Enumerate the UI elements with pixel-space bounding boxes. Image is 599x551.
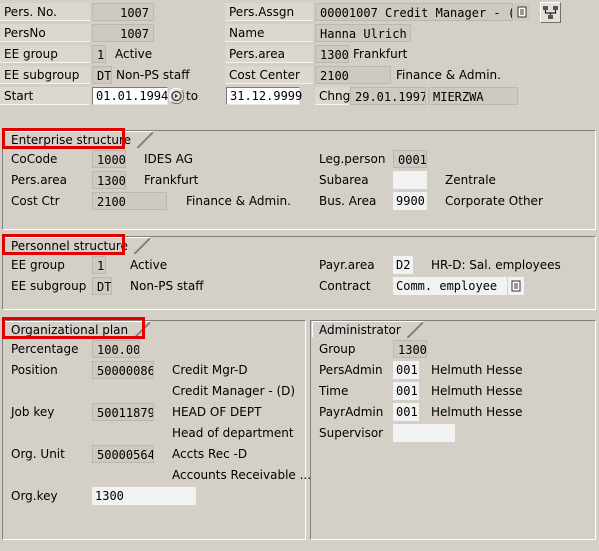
administrator-title: Administrator — [312, 321, 423, 338]
pers-area-label: Pers.area — [225, 45, 313, 63]
chng-label: Chng — [315, 87, 350, 105]
ent-pers-area-label: Pers.area — [11, 173, 67, 187]
to-label: to — [186, 89, 199, 103]
job-short-text: HEAD OF DEPT — [172, 405, 262, 419]
list-icon[interactable] — [508, 277, 524, 295]
start-date-input[interactable]: 01.01.1994 — [92, 87, 168, 105]
enterprise-structure-highlight — [2, 128, 125, 149]
position-long-text: Credit Manager - (D) — [172, 384, 296, 398]
ee-subgroup-label: EE subgroup — [0, 66, 90, 84]
pers-ee-group-text: Active — [130, 258, 168, 272]
payr-area-field[interactable]: D2 — [393, 256, 413, 274]
pers-no-label: Pers. No. — [0, 3, 90, 21]
personnel-structure-highlight — [2, 234, 125, 255]
payradmin-field[interactable]: 001 — [393, 403, 419, 421]
job-long-text: Head of department — [172, 426, 294, 440]
org-key-label: Org.key — [11, 489, 58, 503]
job-key-field[interactable]: 50011879 — [92, 403, 154, 421]
start-label: Start — [0, 87, 90, 105]
ee-group-text: Active — [115, 47, 153, 61]
organizational-plan-highlight — [2, 317, 145, 339]
pers-ee-subgroup-label: EE subgroup — [11, 279, 87, 293]
org-unit-label: Org. Unit — [11, 447, 65, 461]
cocode-label: CoCode — [11, 152, 58, 166]
cost-center-text: Finance & Admin. — [396, 68, 501, 82]
cocode-field[interactable]: 1000 — [92, 150, 126, 168]
cost-ctr-label: Cost Ctr — [11, 194, 60, 208]
subarea-text: Zentrale — [445, 173, 496, 187]
supervisor-field[interactable] — [393, 424, 455, 442]
bus-area-field[interactable]: 9900 — [393, 192, 427, 210]
job-key-label: Job key — [11, 405, 55, 419]
leg-person-field[interactable]: 0001 — [393, 150, 427, 168]
payr-area-text: HR-D: Sal. employees — [431, 258, 561, 272]
persno-field[interactable]: 1007 — [92, 24, 154, 42]
pers-ee-subgroup-field[interactable]: DT — [92, 277, 112, 295]
contract-label: Contract — [319, 279, 371, 293]
ent-pers-area-field[interactable]: 1300 — [92, 171, 126, 189]
persadmin-label: PersAdmin — [319, 363, 383, 377]
payradmin-name: Helmuth Hesse — [431, 405, 523, 419]
name-field[interactable]: Hanna Ulrich — [315, 24, 411, 42]
name-label: Name — [225, 24, 313, 42]
chng-date-field[interactable]: 29.01.1997 — [350, 87, 426, 105]
position-short-text: Credit Mgr-D — [172, 363, 248, 377]
position-label: Position — [11, 363, 58, 377]
position-field[interactable]: 50000086 — [92, 361, 154, 379]
time-field[interactable]: 001 — [393, 382, 419, 400]
end-date-input[interactable]: 31.12.9999 — [226, 87, 302, 105]
pers-ee-subgroup-text: Non-PS staff — [130, 279, 204, 293]
ee-subgroup-text: Non-PS staff — [116, 68, 190, 82]
pers-ee-group-label: EE group — [11, 258, 65, 272]
time-label: Time — [319, 384, 349, 398]
ee-group-label: EE group — [0, 45, 90, 63]
percentage-label: Percentage — [11, 342, 79, 356]
supervisor-label: Supervisor — [319, 426, 384, 440]
payr-area-label: Payr.area — [319, 258, 375, 272]
persadmin-name: Helmuth Hesse — [431, 363, 523, 377]
org-key-field[interactable]: 1300 — [92, 487, 196, 505]
org-chart-icon[interactable] — [540, 2, 561, 23]
pers-assgn-field[interactable]: 00001007 Credit Manager - (D) — [315, 3, 513, 21]
ee-subgroup-code[interactable]: DT — [92, 66, 112, 84]
persno-label: PersNo — [0, 24, 90, 42]
time-name: Helmuth Hesse — [431, 384, 523, 398]
cocode-text: IDES AG — [144, 152, 194, 166]
persadmin-field[interactable]: 001 — [393, 361, 419, 379]
org-unit-short-text: Accts Rec -D — [172, 447, 248, 461]
date-arrow-icon[interactable] — [169, 88, 184, 104]
cost-center-code[interactable]: 2100 — [315, 66, 391, 84]
pers-area-code[interactable]: 1300 — [315, 45, 349, 63]
pers-ee-group-field[interactable]: 1 — [92, 256, 106, 274]
org-unit-field[interactable]: 50000564 — [92, 445, 154, 463]
leg-person-label: Leg.person — [319, 152, 386, 166]
chng-user-field[interactable]: MIERZWA — [428, 87, 518, 105]
pers-assgn-label: Pers.Assgn — [225, 3, 313, 21]
cost-center-label: Cost Center — [225, 66, 313, 84]
list-icon[interactable] — [514, 3, 530, 21]
group-label: Group — [319, 342, 356, 356]
bus-area-label: Bus. Area — [319, 194, 377, 208]
percentage-field[interactable]: 100.00 — [92, 340, 140, 358]
contract-field[interactable]: Comm. employee — [393, 277, 507, 295]
org-unit-long-text: Accounts Receivable ... — [172, 468, 312, 482]
group-field[interactable]: 1300 — [393, 340, 427, 358]
subarea-label: Subarea — [319, 173, 369, 187]
ee-group-code[interactable]: 1 — [92, 45, 106, 63]
ent-pers-area-text: Frankfurt — [144, 173, 199, 187]
bus-area-text: Corporate Other — [445, 194, 543, 208]
pers-area-text: Frankfurt — [353, 47, 408, 61]
payradmin-label: PayrAdmin — [319, 405, 384, 419]
subarea-field[interactable] — [393, 171, 427, 189]
pers-no-field[interactable]: 1007 — [92, 3, 154, 21]
cost-ctr-text: Finance & Admin. — [186, 194, 291, 208]
cost-ctr-field[interactable]: 2100 — [92, 192, 167, 210]
